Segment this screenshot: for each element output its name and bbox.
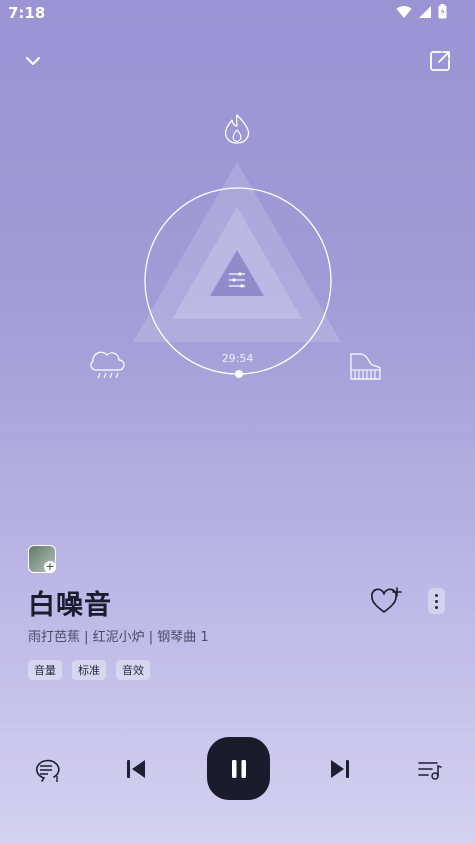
skip-previous-icon xyxy=(127,760,145,778)
tag-effects[interactable]: 音效 xyxy=(116,660,150,680)
collapse-button[interactable] xyxy=(15,43,51,79)
more-dot xyxy=(435,605,438,609)
add-cover-icon: + xyxy=(44,560,56,573)
track-subtitle: 雨打芭蕉 | 红泥小炉 | 钢琴曲 1 xyxy=(28,630,209,645)
fire-icon xyxy=(224,114,250,144)
pause-icon xyxy=(231,759,246,778)
status-icons xyxy=(396,4,447,19)
timer-readout: 29:54 xyxy=(221,352,254,365)
skip-next-icon xyxy=(331,760,349,778)
tag-volume[interactable]: 音量 xyxy=(28,660,62,680)
timer-handle xyxy=(235,370,243,378)
status-time: 7:18 xyxy=(8,4,46,22)
more-dot xyxy=(435,599,438,603)
tag-list: 音量 标准 音效 xyxy=(28,660,150,680)
chevron-down-icon xyxy=(26,57,40,65)
pause-button[interactable] xyxy=(207,737,270,800)
tag-standard[interactable]: 标准 xyxy=(72,660,106,680)
previous-button[interactable] xyxy=(116,749,156,789)
playlist-button[interactable] xyxy=(410,750,450,790)
share-button[interactable] xyxy=(422,43,458,79)
wifi-icon xyxy=(396,5,412,18)
signal-icon xyxy=(419,5,431,18)
share-icon xyxy=(430,51,450,71)
next-button[interactable] xyxy=(320,749,360,789)
track-title: 白噪音 xyxy=(28,590,112,621)
timer-loop-icon xyxy=(36,759,60,782)
favorite-button[interactable] xyxy=(370,585,402,617)
heart-plus-icon xyxy=(370,587,402,613)
more-dot xyxy=(435,593,438,597)
playlist-icon xyxy=(418,762,442,780)
timer-mode-button[interactable] xyxy=(27,750,67,790)
more-options-button[interactable] xyxy=(428,588,445,614)
battery-icon xyxy=(438,4,447,19)
